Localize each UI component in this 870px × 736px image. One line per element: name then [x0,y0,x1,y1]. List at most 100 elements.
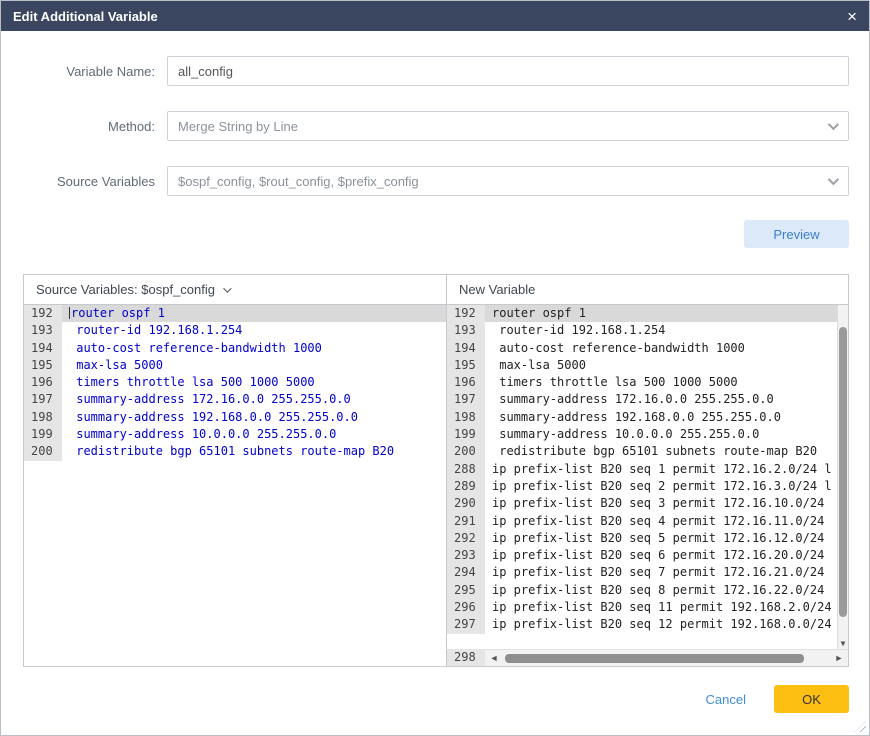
code-line[interactable]: 291ip prefix-list B20 seq 4 permit 172.1… [447,513,848,530]
code-text: timers throttle lsa 500 1000 5000 [485,374,848,391]
source-variable-code-editor[interactable]: 192router ospf 1193 router-id 192.168.1.… [24,305,446,666]
code-text: ip prefix-list B20 seq 1 permit 172.16.2… [485,461,848,478]
horizontal-scrollbar-thumb[interactable] [505,654,804,663]
code-line[interactable]: 295ip prefix-list B20 seq 8 permit 172.1… [447,582,848,599]
code-text: redistribute bgp 65101 subnets route-map… [485,443,848,460]
line-number: 192 [447,305,485,322]
chevron-down-icon [223,284,231,292]
code-text: ip prefix-list B20 seq 8 permit 172.16.2… [485,582,848,599]
line-number: 199 [24,426,62,443]
preview-button[interactable]: Preview [744,220,849,248]
source-variables-label: Source Variables [17,174,167,189]
vertical-scrollbar[interactable]: ▼ [837,305,848,649]
code-text: summary-address 10.0.0.0 255.255.0.0 [485,426,848,443]
code-text: router-id 192.168.1.254 [62,322,446,339]
code-line[interactable]: 194 auto-cost reference-bandwidth 1000 [24,340,446,357]
code-text: ip prefix-list B20 seq 11 permit 192.168… [485,599,848,616]
code-text: max-lsa 5000 [485,357,848,374]
code-text: ip prefix-list B20 seq 6 permit 172.16.2… [485,547,848,564]
line-number: 198 [447,409,485,426]
source-variable-pane-header[interactable]: Source Variables: $ospf_config [24,275,446,305]
code-line[interactable]: 195 max-lsa 5000 [447,357,848,374]
line-number: 293 [447,547,485,564]
code-line[interactable]: 292ip prefix-list B20 seq 5 permit 172.1… [447,530,848,547]
code-line[interactable]: 196 timers throttle lsa 500 1000 5000 [24,374,446,391]
code-line[interactable]: 198 summary-address 192.168.0.0 255.255.… [24,409,446,426]
close-icon[interactable]: × [847,8,857,25]
variable-name-label: Variable Name: [17,64,167,79]
line-number: 295 [447,582,485,599]
code-line[interactable]: 289ip prefix-list B20 seq 2 permit 172.1… [447,478,848,495]
code-line[interactable]: 199 summary-address 10.0.0.0 255.255.0.0 [447,426,848,443]
dialog-footer: Cancel OK [1,685,869,713]
code-text: router ospf 1 [485,305,848,322]
code-line[interactable]: 197 summary-address 172.16.0.0 255.255.0… [447,391,848,408]
line-number: 291 [447,513,485,530]
code-line[interactable]: 194 auto-cost reference-bandwidth 1000 [447,340,848,357]
code-text: ip prefix-list B20 seq 3 permit 172.16.1… [485,495,848,512]
code-line[interactable]: 195 max-lsa 5000 [24,357,446,374]
code-line[interactable]: 197 summary-address 172.16.0.0 255.255.0… [24,391,446,408]
code-line[interactable]: 192router ospf 1 [24,305,446,322]
line-number: 199 [447,426,485,443]
code-line[interactable]: 198 summary-address 192.168.0.0 255.255.… [447,409,848,426]
code-line[interactable]: 294ip prefix-list B20 seq 7 permit 172.1… [447,564,848,581]
code-line[interactable]: 293ip prefix-list B20 seq 6 permit 172.1… [447,547,848,564]
code-line[interactable]: 199 summary-address 10.0.0.0 255.255.0.0 [24,426,446,443]
line-number: 195 [24,357,62,374]
dialog-titlebar: Edit Additional Variable × [1,1,869,31]
code-line[interactable]: 290ip prefix-list B20 seq 3 permit 172.1… [447,495,848,512]
code-line[interactable]: 196 timers throttle lsa 500 1000 5000 [447,374,848,391]
code-text: summary-address 10.0.0.0 255.255.0.0 [62,426,446,443]
line-number: 196 [447,374,485,391]
code-text: summary-address 172.16.0.0 255.255.0.0 [485,391,848,408]
code-text: timers throttle lsa 500 1000 5000 [62,374,446,391]
preview-row: Preview [17,220,849,248]
code-line[interactable]: 192router ospf 1 [447,305,848,322]
line-number: 296 [447,599,485,616]
code-text: summary-address 192.168.0.0 255.255.0.0 [485,409,848,426]
method-selected-value: Merge String by Line [178,119,298,134]
code-line[interactable]: 193 router-id 192.168.1.254 [447,322,848,339]
line-number: 288 [447,461,485,478]
source-variables-row: Source Variables $ospf_config, $rout_con… [17,166,849,196]
line-number: 200 [447,443,485,460]
code-text: auto-cost reference-bandwidth 1000 [62,340,446,357]
dialog-form: Variable Name: Method: Merge String by L… [1,56,869,248]
horizontal-scrollbar-row: 298 ◄ ► [447,649,848,666]
code-line[interactable]: 200 redistribute bgp 65101 subnets route… [24,443,446,460]
line-number: 194 [447,340,485,357]
method-row: Method: Merge String by Line [17,111,849,141]
method-select[interactable]: Merge String by Line [167,111,849,141]
scroll-down-arrow-icon[interactable]: ▼ [838,639,848,648]
source-variables-selected-value: $ospf_config, $rout_config, $prefix_conf… [178,174,419,189]
cancel-button[interactable]: Cancel [706,692,746,707]
code-line[interactable]: 296ip prefix-list B20 seq 11 permit 192.… [447,599,848,616]
new-variable-pane-title: New Variable [459,282,535,297]
line-number: 298 [447,649,485,666]
line-number: 196 [24,374,62,391]
variable-name-input[interactable] [167,56,849,86]
source-variables-select[interactable]: $ospf_config, $rout_config, $prefix_conf… [167,166,849,196]
vertical-scrollbar-thumb[interactable] [839,327,847,617]
code-line[interactable]: 193 router-id 192.168.1.254 [24,322,446,339]
scroll-left-arrow-icon[interactable]: ◄ [488,653,500,663]
compare-panes: Source Variables: $ospf_config 192router… [23,274,849,667]
code-line[interactable]: 288ip prefix-list B20 seq 1 permit 172.1… [447,461,848,478]
scroll-right-arrow-icon[interactable]: ► [833,653,845,663]
code-text: auto-cost reference-bandwidth 1000 [485,340,848,357]
line-number: 292 [447,530,485,547]
horizontal-scrollbar[interactable]: ◄ ► [485,649,848,666]
code-line[interactable]: 297ip prefix-list B20 seq 12 permit 192.… [447,616,848,633]
new-variable-code-editor[interactable]: 192router ospf 1193 router-id 192.168.1.… [447,305,848,649]
line-number: 193 [447,322,485,339]
new-variable-pane: New Variable 192router ospf 1193 router-… [447,275,848,666]
line-number: 297 [447,616,485,633]
horizontal-scrollbar-track[interactable] [503,654,830,663]
line-number: 197 [447,391,485,408]
source-variable-pane: Source Variables: $ospf_config 192router… [24,275,447,666]
code-line[interactable]: 200 redistribute bgp 65101 subnets route… [447,443,848,460]
line-number: 200 [24,443,62,460]
ok-button[interactable]: OK [774,685,849,713]
resize-handle[interactable] [855,721,866,732]
